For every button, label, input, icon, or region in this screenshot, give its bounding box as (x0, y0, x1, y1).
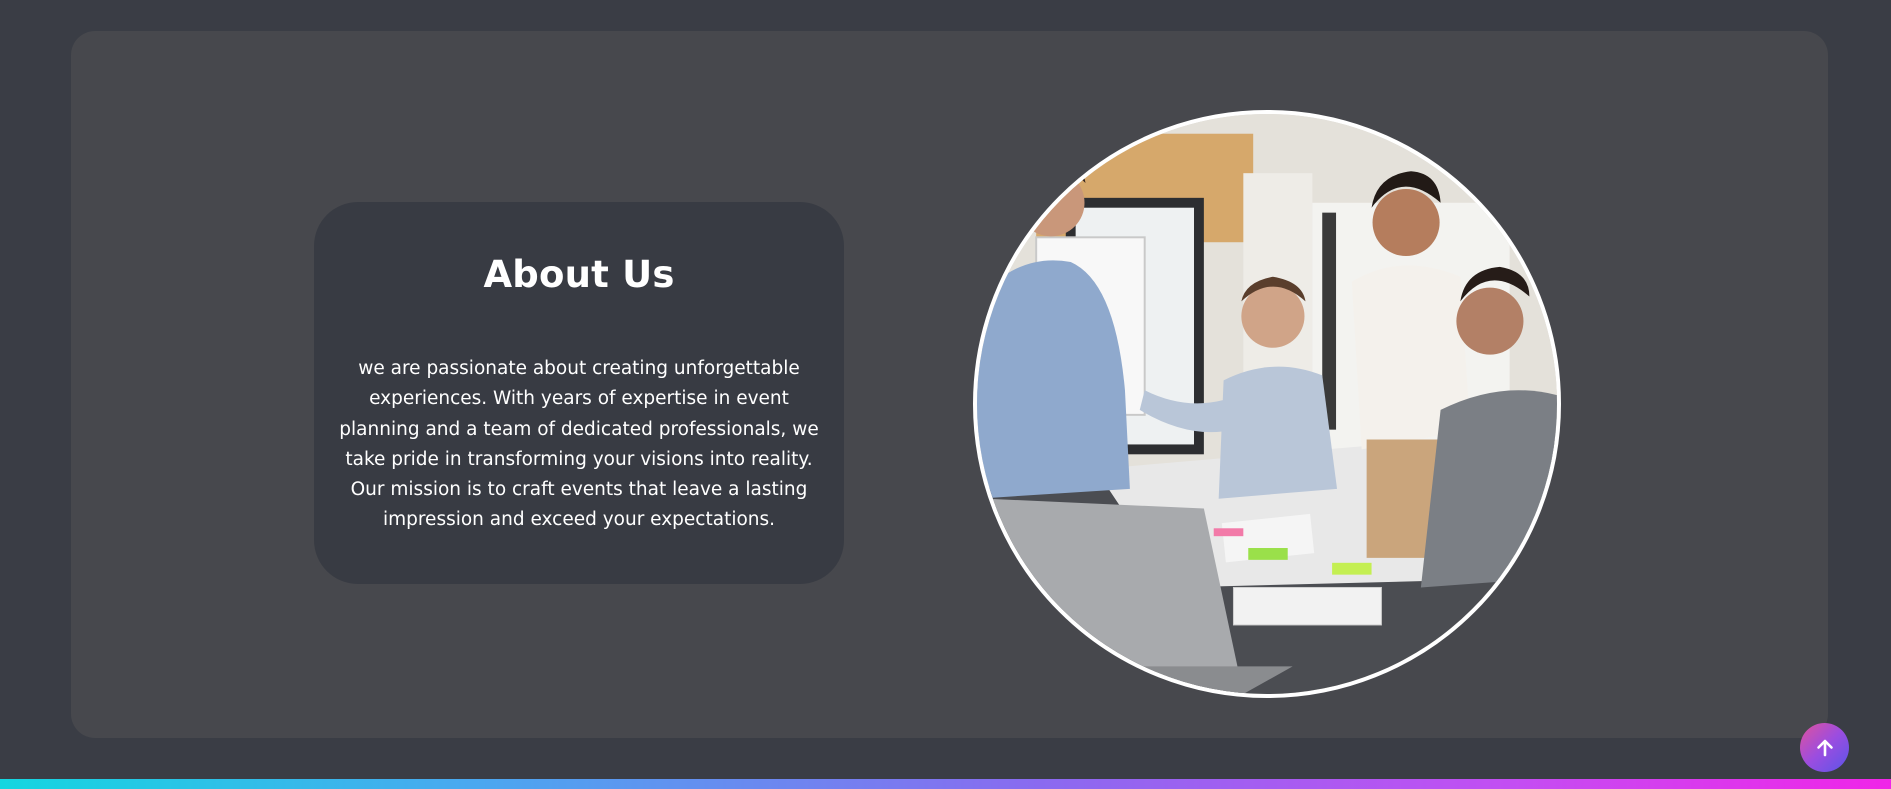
arrow-up-icon (1816, 739, 1833, 756)
about-description: we are passionate about creating unforge… (339, 358, 819, 531)
page: About Us we are passionate about creatin… (0, 0, 1891, 789)
scroll-to-top-button[interactable] (1800, 723, 1849, 772)
team-meeting-illustration (977, 114, 1557, 694)
about-title: About Us (483, 253, 675, 296)
bottom-gradient-bar (0, 779, 1891, 789)
about-card: About Us we are passionate about creatin… (314, 202, 844, 584)
team-photo (973, 110, 1561, 698)
